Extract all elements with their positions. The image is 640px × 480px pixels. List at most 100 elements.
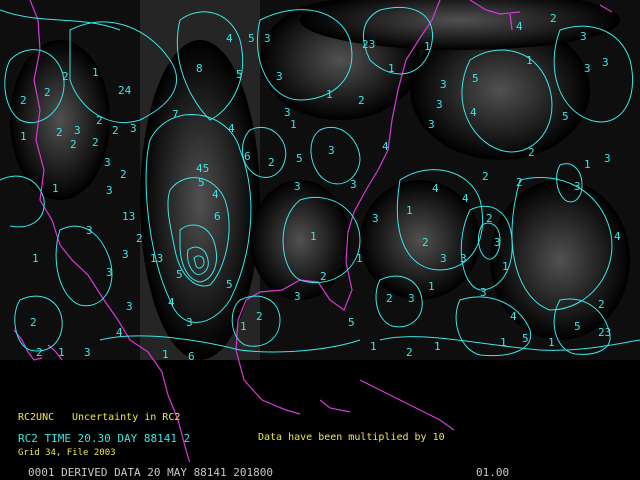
contour-label: 3 [436, 98, 443, 111]
contour-label: 13 [122, 210, 135, 223]
contour-label: 3 [86, 224, 93, 237]
contour-label: 2 [550, 12, 557, 25]
contour-label: 1 [20, 130, 27, 143]
contour-label: 5 [176, 268, 183, 281]
contour-label: 5 [562, 110, 569, 123]
contour-label: 3 [122, 248, 129, 261]
field-description: Uncertainty in RC2 [72, 412, 181, 423]
contour-label: 6 [244, 150, 251, 163]
contour-label: 3 [440, 78, 447, 91]
contour-label: 1 [162, 348, 169, 361]
contour-label: 3 [480, 286, 487, 299]
contour-label: 3 [276, 70, 283, 83]
contour-label: 3 [294, 180, 301, 193]
contour-label: 2 [268, 156, 275, 169]
contour-label: 2 [136, 232, 143, 245]
contour-label: 2 [20, 94, 27, 107]
contour-label: 1 [356, 252, 363, 265]
contour-label: 4 [116, 326, 123, 339]
contour-label: 3 [106, 184, 113, 197]
time-line: RC2 TIME 20.30 DAY 88141 2 [18, 432, 191, 445]
contour-label: 1 [370, 340, 377, 353]
contour-label: 2 [358, 94, 365, 107]
contour-label: 2 [112, 124, 119, 137]
contour-label: 2 [62, 70, 69, 83]
contour-label: 3 [284, 106, 291, 119]
contour-label: 4 [168, 296, 175, 309]
contour-label: 2 [92, 136, 99, 149]
contour-label: 2 [256, 310, 263, 323]
contour-label: 5 [522, 332, 529, 345]
contour-label: 23 [598, 326, 611, 339]
contour-label: 2 [516, 176, 523, 189]
contour-label: 1 [500, 336, 507, 349]
contour-label: 1 [502, 260, 509, 273]
contour-label: 4 [382, 140, 389, 153]
contour-label: 3 [186, 316, 193, 329]
contour-label: 1 [32, 252, 39, 265]
contour-label: 3 [602, 56, 609, 69]
contour-label: 1 [388, 62, 395, 75]
contour-label: 3 [74, 124, 81, 137]
contour-label: 6 [214, 210, 221, 223]
status-left-text: 0001 DERIVED DATA 20 MAY 88141 201800 [28, 466, 274, 479]
contour-label: 2 [482, 170, 489, 183]
contour-label: 4 [432, 182, 439, 195]
contour-label: 1 [326, 88, 333, 101]
contour-label: 1 [428, 280, 435, 293]
contour-label: 45 [196, 162, 209, 175]
contour-label: 5 [226, 278, 233, 291]
contour-label: 1 [290, 118, 297, 131]
contour-label: 2 [386, 292, 393, 305]
contour-label: 4 [228, 122, 235, 135]
contour-label: 24 [118, 84, 132, 97]
contour-label: 1 [584, 158, 591, 171]
contour-label: 3 [84, 346, 91, 359]
contour-label: 4 [462, 192, 469, 205]
grid-line: Grid 34, File 2003 [18, 448, 116, 458]
contour-label: 3 [130, 122, 137, 135]
status-right-text: 01.00 [476, 466, 510, 479]
contour-label: 3 [106, 266, 113, 279]
contour-label: 2 [30, 316, 37, 329]
contour-label: 2 [44, 86, 51, 99]
contour-label: 4 [470, 106, 477, 119]
contour-label: 1 [240, 320, 247, 333]
contour-label: 3 [574, 180, 581, 193]
contour-label: 5 [472, 72, 479, 85]
contour-label: 6 [188, 350, 195, 363]
contour-label: 1 [406, 204, 413, 217]
contour-label: 4 [510, 310, 517, 323]
contour-label: 3 [580, 30, 587, 43]
contour-label: 1 [310, 230, 317, 243]
contour-label: 5 [248, 32, 255, 45]
contour-label: 1 [52, 182, 59, 195]
contour-label: 8 [196, 62, 203, 75]
contour-label: 2 [528, 146, 535, 159]
contour-label: 2 [56, 126, 63, 139]
contour-label: 1 [424, 40, 431, 53]
contour-label: 2 [36, 346, 43, 359]
contour-label: 3 [294, 290, 301, 303]
contour-map: 2 1 24 2 2 2 2 3 2 3 2 2 1 7 8 4 5 3 5 3… [0, 0, 640, 471]
contour-label: 1 [92, 66, 99, 79]
contour-label: 3 [408, 292, 415, 305]
contour-label: 4 [614, 230, 621, 243]
contour-label: 1 [434, 340, 441, 353]
contour-label: 23 [362, 38, 375, 51]
contour-label: 5 [574, 320, 581, 333]
contour-label: 3 [104, 156, 111, 169]
contour-label: 3 [372, 212, 379, 225]
contour-label: 5 [296, 152, 303, 165]
field-id-label: RC2UNC [18, 412, 55, 423]
contour-label: 2 [406, 346, 413, 359]
contour-label: 4 [212, 188, 219, 201]
contour-label: 2 [320, 270, 327, 283]
contour-label: 5 [236, 68, 243, 81]
contour-label: 2 [422, 236, 429, 249]
contour-label: 3 [460, 252, 467, 265]
status-bar: 0001 DERIVED DATA 20 MAY 88141 201800 01… [0, 462, 640, 480]
contour-label: 3 [604, 152, 611, 165]
contour-label: 13 [150, 252, 163, 265]
multiplier-note: Data have been multiplied by 10 [258, 432, 445, 443]
